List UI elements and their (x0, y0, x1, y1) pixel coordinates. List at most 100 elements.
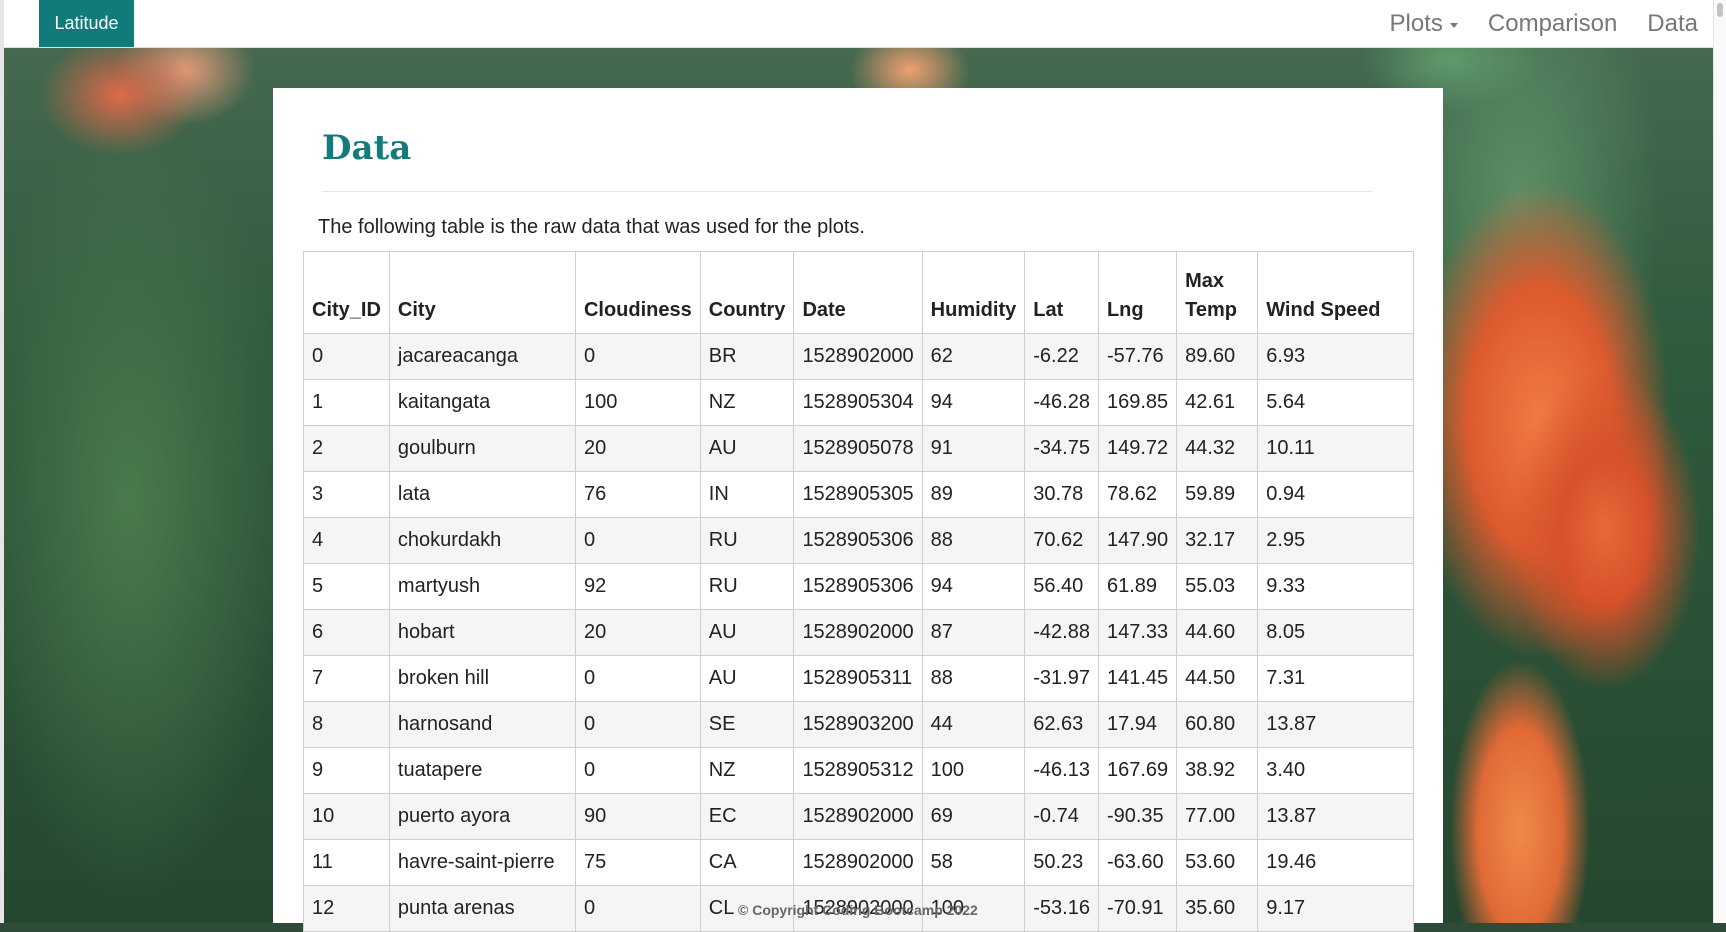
table-cell: 1528902000 (793, 609, 923, 656)
table-cell: 0 (574, 701, 701, 748)
table-cell: 1528905306 (793, 563, 923, 610)
table-row: 9 tuatapere 0 NZ 1528905312 100 -46.13 167.69 38… (303, 747, 1414, 794)
table-cell: harnosand (388, 701, 576, 748)
table-cell: 1528905311 (793, 655, 923, 702)
table-row: 0 jacareacanga 0 BR 1528902000 62 -6.22 -57.76 8… (303, 333, 1414, 380)
table-cell: 13.87 (1257, 701, 1414, 748)
table-cell: 141.45 (1097, 655, 1178, 702)
comparison-link[interactable]: Comparison (1473, 10, 1632, 38)
table-cell: 5 (303, 563, 390, 610)
window-edge (0, 0, 4, 923)
table-cell: 55.03 (1176, 563, 1259, 610)
table-cell: havre-saint-pierre (388, 839, 576, 886)
table-cell: 69 (921, 793, 1026, 840)
table-cell: 9.33 (1257, 563, 1414, 610)
plots-dropdown[interactable]: Plots (1375, 10, 1473, 38)
table-cell: -0.74 (1024, 793, 1099, 840)
table-cell: 0 (574, 333, 701, 380)
table-cell: 61.89 (1097, 563, 1178, 610)
table-cell: RU (699, 563, 795, 610)
table-cell: hobart (388, 609, 576, 656)
page-title: Data (322, 128, 412, 168)
column-header: Wind Speed (1257, 251, 1414, 334)
scrollbar-thumb[interactable] (1717, 3, 1723, 17)
table-cell: kaitangata (388, 379, 576, 426)
top-navbar: Latitude Plots Comparison Data (4, 0, 1713, 48)
table-cell: tuatapere (388, 747, 576, 794)
table-row: 7 broken hill 0 AU 1528905311 88 -31.97 141.45 4… (303, 655, 1414, 702)
table-cell: 0 (574, 517, 701, 564)
table-cell: 30.78 (1024, 471, 1099, 518)
table-cell: 58 (921, 839, 1026, 886)
table-cell: 1528905078 (793, 425, 923, 472)
table-cell: AU (699, 425, 795, 472)
table-cell: 87 (921, 609, 1026, 656)
table-cell: 10 (303, 793, 390, 840)
table-cell: 169.85 (1097, 379, 1178, 426)
table-cell: 38.92 (1176, 747, 1259, 794)
table-cell: 2.95 (1257, 517, 1414, 564)
column-header: Date (793, 251, 923, 334)
table-cell: RU (699, 517, 795, 564)
table-cell: 44 (921, 701, 1026, 748)
table-cell: 70.62 (1024, 517, 1099, 564)
table-cell: 20 (574, 609, 701, 656)
table-cell: 3.40 (1257, 747, 1414, 794)
table-cell: -70.91 (1097, 885, 1178, 932)
title-divider (322, 191, 1372, 192)
table-cell: -46.28 (1024, 379, 1099, 426)
table-cell: 17.94 (1097, 701, 1178, 748)
table-cell: 167.69 (1097, 747, 1178, 794)
table-cell: 147.90 (1097, 517, 1178, 564)
data-link[interactable]: Data (1632, 10, 1713, 38)
table-cell: 77.00 (1176, 793, 1259, 840)
table-cell: -6.22 (1024, 333, 1099, 380)
vertical-scrollbar[interactable] (1713, 0, 1726, 923)
table-cell: 1528905306 (793, 517, 923, 564)
table-cell: chokurdakh (388, 517, 576, 564)
table-cell: 0 (574, 747, 701, 794)
table-cell: 32.17 (1176, 517, 1259, 564)
table-cell: 88 (921, 517, 1026, 564)
table-cell: 1528905304 (793, 379, 923, 426)
caret-down-icon (1449, 22, 1458, 28)
table-cell: 44.32 (1176, 425, 1259, 472)
table-cell: 89 (921, 471, 1026, 518)
table-cell: 75 (574, 839, 701, 886)
table-cell: 56.40 (1024, 563, 1099, 610)
table-cell: -57.76 (1097, 333, 1178, 380)
table-cell: 0 (303, 333, 390, 380)
column-header: Max Temp (1176, 251, 1259, 334)
column-header: City_ID (303, 251, 390, 334)
table-cell: -42.88 (1024, 609, 1099, 656)
column-header: Country (699, 251, 795, 334)
table-cell: 50.23 (1024, 839, 1099, 886)
table-cell: -34.75 (1024, 425, 1099, 472)
table-row: 11 havre-saint-pierre 75 CA 1528902000 58 50.2… (303, 839, 1414, 886)
column-header: Humidity (921, 251, 1026, 334)
table-cell: NZ (699, 379, 795, 426)
table-cell: 12 (303, 885, 390, 932)
table-cell: 7.31 (1257, 655, 1414, 702)
table-cell: 42.61 (1176, 379, 1259, 426)
table-cell: 1 (303, 379, 390, 426)
table-cell: AU (699, 609, 795, 656)
brand-link[interactable]: Latitude (39, 0, 134, 47)
data-table: City_ID City Cloudiness Country Date Humidity… (303, 251, 1414, 932)
table-cell: -63.60 (1097, 839, 1178, 886)
table-cell: 59.89 (1176, 471, 1259, 518)
table-row: 1 kaitangata 100 NZ 1528905304 94 -46.28 169.85… (303, 379, 1414, 426)
table-cell: -46.13 (1024, 747, 1099, 794)
table-row: 2 goulburn 20 AU 1528905078 91 -34.75 149.72 44.… (303, 425, 1414, 472)
table-cell: 60.80 (1176, 701, 1259, 748)
table-header-row: City_ID City Cloudiness Country Date Humidity… (303, 251, 1414, 334)
column-header: Lat (1024, 251, 1099, 334)
table-cell: 6 (303, 609, 390, 656)
table-cell: 62.63 (1024, 701, 1099, 748)
table-cell: 9.17 (1257, 885, 1414, 932)
table-cell: martyush (388, 563, 576, 610)
table-cell: 1528902000 (793, 839, 923, 886)
table-cell: -90.35 (1097, 793, 1178, 840)
table-row: 5 martyush 92 RU 1528905306 94 56.40 61.89 55.03… (303, 563, 1414, 610)
nav-links: Plots Comparison Data (1375, 0, 1713, 47)
